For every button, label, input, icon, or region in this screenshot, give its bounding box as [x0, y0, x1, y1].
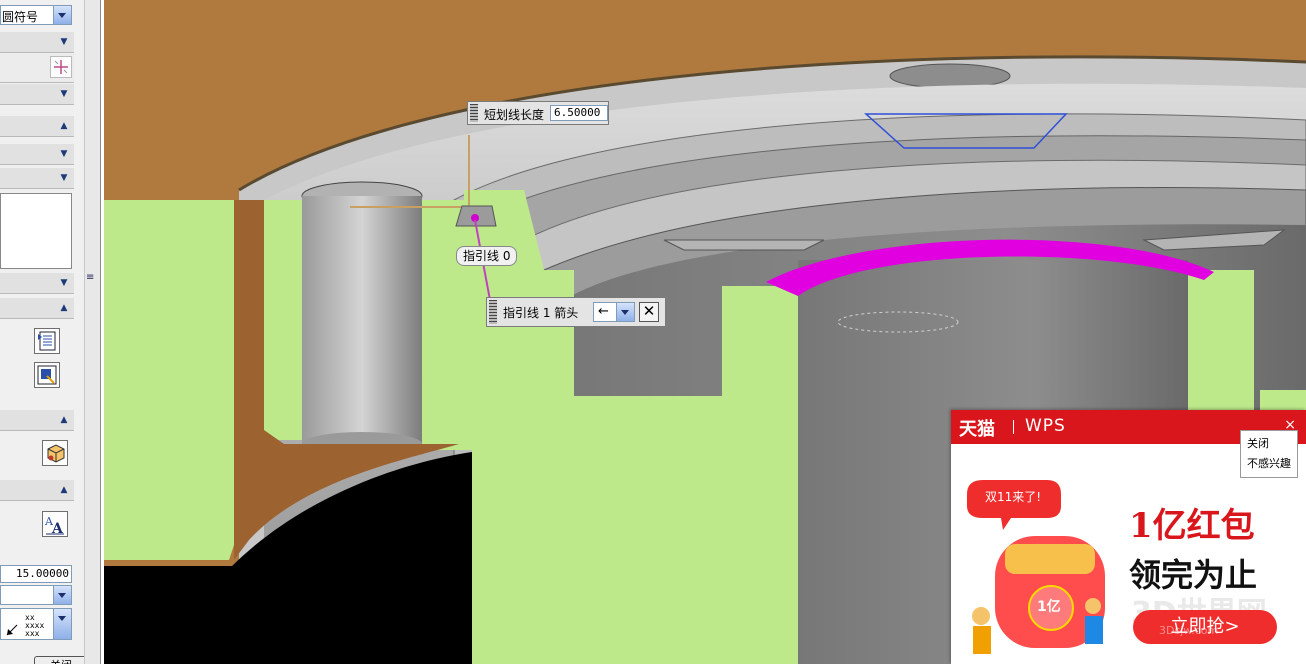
rib	[663, 239, 825, 251]
close-button-label: 关闭	[50, 659, 72, 664]
section-row-point	[0, 54, 74, 83]
format-combo-dropdown[interactable]	[53, 586, 71, 604]
leader-one-label: 指引线 1 箭头	[503, 306, 579, 320]
chevron-down-icon: ▼	[60, 37, 68, 47]
section-header-7[interactable]: ▲	[0, 298, 74, 319]
ad-watermark-url: 3Dsjw.com	[1159, 624, 1219, 637]
panel-scrollbar[interactable]	[84, 0, 100, 664]
dash-length-input[interactable]: 6.50000	[550, 105, 608, 121]
chevron-down-icon: ▼	[60, 278, 68, 288]
chevron-down-icon: ▼	[60, 173, 68, 183]
ad-envelope-text: 1亿	[1037, 599, 1061, 615]
section-header-3[interactable]: ▲	[0, 116, 74, 137]
ad-menu-close[interactable]: 关闭	[1247, 434, 1291, 454]
chevron-down-icon: ▼	[60, 149, 68, 159]
arrow-type-dropdown[interactable]	[616, 303, 634, 321]
drag-grip-icon[interactable]	[489, 300, 497, 324]
ad-popup[interactable]: 天猫 WPS × 关闭 不感兴趣 双11来了! 1亿 1亿红包 领完为止 3D世…	[951, 410, 1306, 664]
chevron-up-icon: ▲	[60, 121, 68, 131]
value-field-text: 15.00000	[16, 567, 69, 580]
leader-style-icon: xx xxxx xxx	[6, 613, 44, 638]
chevron-up-icon: ▲	[60, 415, 68, 425]
point-constructor-icon[interactable]	[50, 56, 72, 78]
section-header-9[interactable]: ▲	[0, 480, 74, 501]
ad-context-menu: 关闭 不感兴趣	[1240, 430, 1298, 478]
close-dialog-icon[interactable]: ✕	[639, 302, 659, 322]
section-header-4[interactable]: ▼	[0, 144, 74, 165]
style-inherit-icon[interactable]	[34, 362, 60, 388]
symbol-combo-dropdown[interactable]	[53, 6, 71, 24]
cylinder-body	[302, 196, 422, 444]
symbol-combo-value: 圆符号	[2, 10, 39, 24]
text-style-icon[interactable]: AA	[42, 511, 68, 537]
section-face-left	[104, 200, 239, 560]
tmall-logo: 天猫	[959, 419, 995, 440]
dash-length-dialog[interactable]: 短划线长度 6.50000	[467, 101, 609, 125]
list-box[interactable]	[0, 193, 72, 269]
section-face-right	[722, 286, 798, 664]
leader-style-dropdown[interactable]	[53, 609, 71, 639]
section-header-5[interactable]: ▼	[0, 168, 74, 189]
leader-zero-label: 指引线 0	[463, 249, 511, 263]
section-header-1[interactable]: ▼	[0, 32, 74, 53]
chevron-up-icon: ▲	[60, 485, 68, 495]
property-panel: 圆符号 ▼ ▼ ▲ ▼ ▼ ▼ ▲ ▲ ▲ AA 15.00000 xx xxx…	[0, 0, 101, 664]
section-header-6[interactable]: ▼	[0, 273, 74, 294]
ad-bubble-text: 双11来了!	[985, 490, 1042, 504]
ad-menu-not-interested[interactable]: 不感兴趣	[1247, 454, 1291, 474]
arrow-type-value: ←	[598, 304, 609, 319]
symbol-combo[interactable]: 圆符号	[0, 5, 72, 25]
top-hole	[889, 63, 1011, 89]
format-combo[interactable]	[0, 585, 72, 605]
arrow-type-select[interactable]: ←	[593, 302, 635, 322]
box-3d-icon[interactable]	[42, 440, 68, 466]
chevron-up-icon: ▲	[60, 303, 68, 313]
leader-zero-tag[interactable]: 指引线 0	[456, 246, 518, 266]
close-button[interactable]: 关闭	[34, 656, 88, 664]
settings-list-icon[interactable]	[34, 328, 60, 354]
ad-headline: 1亿红包	[1129, 506, 1255, 546]
chevron-down-icon: ▼	[60, 89, 68, 99]
leader-arrow-dialog[interactable]: 指引线 1 箭头 ← ✕	[486, 297, 666, 327]
ad-brand-divider	[1013, 420, 1014, 434]
section-face-wall	[264, 200, 302, 440]
wps-logo: WPS	[1025, 416, 1066, 436]
svg-text:xxx: xxx	[25, 629, 40, 638]
leader-style-combo[interactable]: xx xxxx xxx	[0, 608, 72, 640]
drag-grip-icon[interactable]	[470, 104, 478, 122]
ad-illustration	[967, 480, 1105, 654]
section-header-8[interactable]: ▲	[0, 410, 74, 431]
value-field[interactable]: 15.00000	[0, 565, 72, 583]
splitter-handle[interactable]: ≡	[86, 272, 94, 286]
dash-length-label: 短划线长度	[484, 108, 545, 122]
section-header-2[interactable]: ▼	[0, 84, 74, 105]
